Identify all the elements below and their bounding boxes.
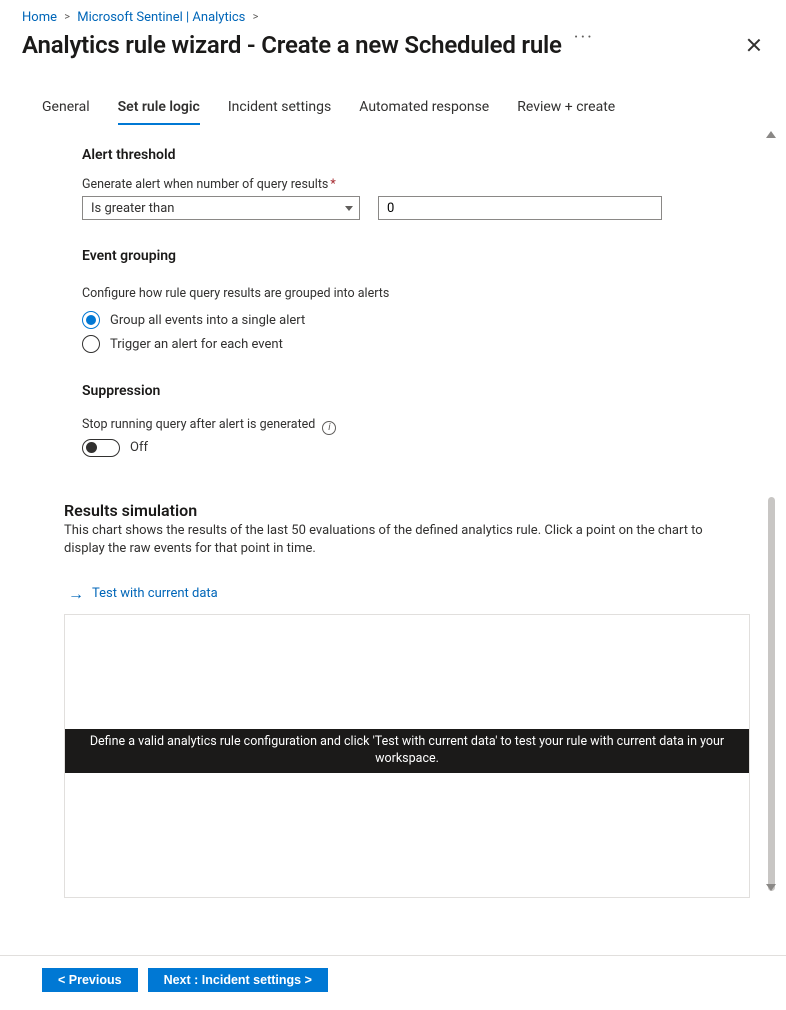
arrow-right-icon: → [68, 584, 84, 604]
test-with-current-data-link[interactable]: → Test with current data [68, 584, 750, 604]
threshold-label: Generate alert when number of query resu… [82, 177, 750, 192]
tab-set-rule-logic[interactable]: Set rule logic [118, 93, 200, 125]
chevron-right-icon: > [253, 10, 259, 23]
threshold-value-input[interactable] [378, 196, 662, 220]
radio-label: Trigger an alert for each event [110, 337, 283, 352]
page-title: Analytics rule wizard - Create a new Sch… [22, 31, 562, 59]
section-results-simulation: Results simulation [64, 501, 750, 520]
radio-group-single[interactable]: Group all events into a single alert [82, 311, 750, 329]
toggle-state-label: Off [130, 440, 148, 455]
chevron-right-icon: > [64, 10, 70, 23]
next-button[interactable]: Next : Incident settings > [148, 968, 328, 992]
breadcrumb-item-home[interactable]: Home [22, 10, 57, 25]
previous-button[interactable]: < Previous [42, 968, 138, 992]
close-icon[interactable] [746, 37, 762, 53]
more-options-icon[interactable]: ··· [574, 27, 594, 48]
suppression-label: Stop running query after alert is genera… [82, 417, 750, 433]
simulation-chart: Define a valid analytics rule configurat… [64, 614, 750, 898]
tab-review-create[interactable]: Review + create [517, 93, 615, 125]
tab-incident-settings[interactable]: Incident settings [228, 93, 331, 125]
wizard-footer: < Previous Next : Incident settings > [0, 955, 786, 992]
suppression-toggle[interactable] [82, 439, 120, 457]
tab-automated-response[interactable]: Automated response [359, 93, 489, 125]
tab-general[interactable]: General [42, 93, 90, 125]
section-event-grouping: Event grouping [82, 248, 750, 264]
radio-icon [82, 335, 100, 353]
radio-label: Group all events into a single alert [110, 313, 305, 328]
breadcrumb: Home > Microsoft Sentinel | Analytics > [0, 0, 786, 27]
event-grouping-desc: Configure how rule query results are gro… [82, 286, 750, 301]
scroll-down-icon[interactable] [766, 884, 776, 891]
simulation-banner: Define a valid analytics rule configurat… [65, 729, 749, 773]
threshold-operator-select[interactable]: Is greater than [82, 196, 360, 220]
test-link-label: Test with current data [92, 586, 218, 601]
tab-bar: General Set rule logic Incident settings… [0, 93, 786, 125]
threshold-operator-value: Is greater than [91, 201, 174, 216]
info-icon[interactable]: i [322, 421, 336, 435]
section-alert-threshold: Alert threshold [82, 147, 750, 163]
simulation-description: This chart shows the results of the last… [64, 522, 734, 558]
radio-trigger-each[interactable]: Trigger an alert for each event [82, 335, 750, 353]
breadcrumb-item-sentinel[interactable]: Microsoft Sentinel | Analytics [77, 10, 245, 25]
section-suppression: Suppression [82, 383, 750, 399]
radio-icon [82, 311, 100, 329]
toggle-knob [86, 442, 97, 453]
chevron-down-icon [345, 206, 353, 211]
